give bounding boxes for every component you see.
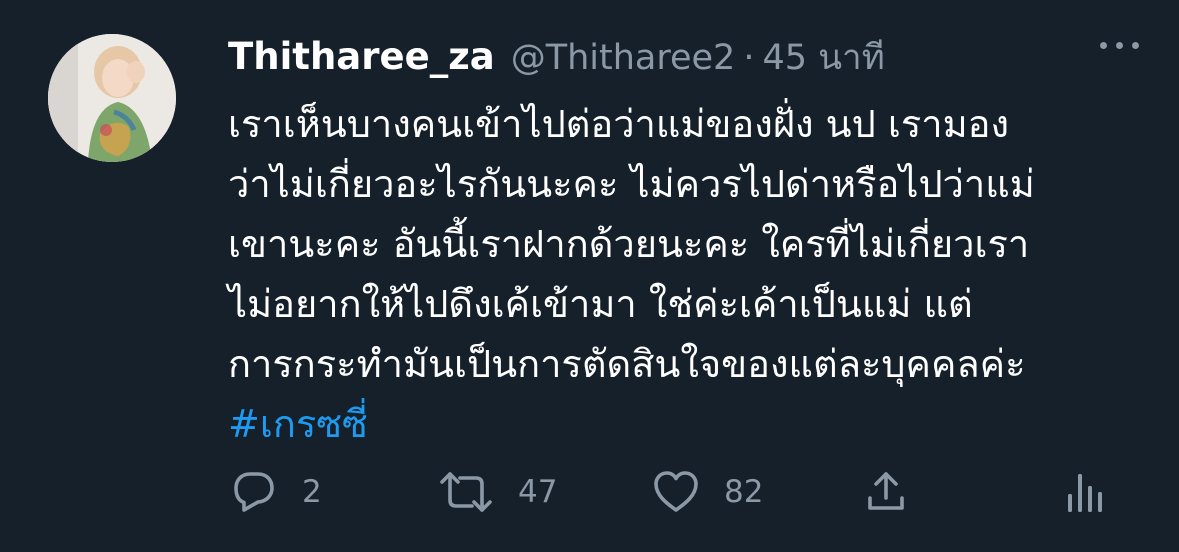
- more-dots-icon[interactable]: [1100, 42, 1139, 49]
- avatar[interactable]: [48, 34, 176, 162]
- retweet-button[interactable]: 47: [438, 466, 557, 518]
- like-button[interactable]: 82: [652, 466, 763, 518]
- reply-count: 2: [302, 474, 322, 510]
- analytics-button[interactable]: [1064, 466, 1108, 518]
- tweet-header: Thitharee_za @Thitharee2 · 45 นาที: [228, 30, 885, 80]
- share-button[interactable]: [862, 466, 910, 518]
- tweet-text: เราเห็นบางคนเข้าไปต่อว่าแม่ของฝั่ง นป เร…: [228, 94, 1148, 454]
- timestamp[interactable]: 45 นาที: [762, 30, 884, 85]
- tweet-text-line: การกระทำมันเป็นการตัดสินใจของแต่ละบุคคลค…: [228, 342, 1026, 386]
- heart-icon: [654, 471, 698, 512]
- action-bar: 2 47 82: [0, 466, 1179, 518]
- user-handle[interactable]: @Thitharee2: [511, 38, 736, 78]
- reply-bubble-icon: [234, 472, 274, 512]
- share-upload-icon: [868, 472, 904, 510]
- retweet-count: 47: [518, 474, 558, 510]
- display-name[interactable]: Thitharee_za: [228, 35, 495, 78]
- retweet-arrows-icon: [440, 472, 492, 512]
- tweet-text-line: ว่าไม่เกี่ยวอะไรกันนะคะ ไม่ควรไปด่าหรือไ…: [228, 162, 1035, 206]
- hashtag-link[interactable]: #เกรซซี่: [228, 394, 1148, 454]
- analytics-bars-icon: [1068, 474, 1102, 512]
- avatar-image: [48, 34, 176, 162]
- like-count: 82: [724, 474, 764, 510]
- separator-dot: ·: [743, 38, 755, 78]
- tweet-text-line: ไม่อยากให้ไปดึงเค้เข้ามา ใช่ค่ะเค้าเป็นแ…: [228, 282, 973, 326]
- tweet-text-line: เขานะคะ อันนี้เราฝากด้วยนะคะ ใครที่ไม่เก…: [228, 222, 1030, 266]
- tweet[interactable]: Thitharee_za @Thitharee2 · 45 นาที เราเห…: [0, 0, 1179, 552]
- reply-button[interactable]: 2: [230, 466, 322, 518]
- tweet-text-line: เราเห็นบางคนเข้าไปต่อว่าแม่ของฝั่ง นป เร…: [228, 102, 1010, 146]
